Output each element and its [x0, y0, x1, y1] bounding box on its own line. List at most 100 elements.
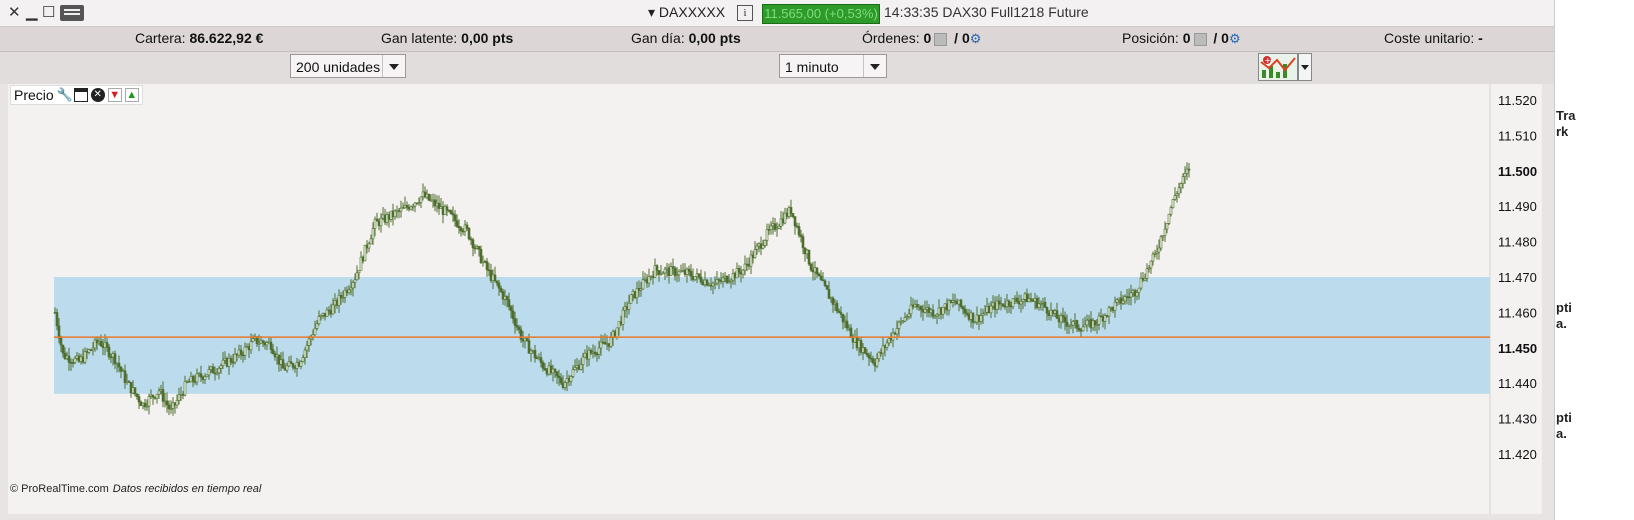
candle-body: [495, 280, 499, 284]
candle-body: [1113, 301, 1117, 311]
candle-body: [959, 299, 963, 308]
window-icon[interactable]: [73, 88, 88, 102]
chevron-down-icon[interactable]: [382, 55, 405, 77]
close-position-icon[interactable]: [1193, 32, 1207, 46]
candle-body: [1075, 320, 1079, 329]
candle-body: [907, 313, 911, 317]
candle-body: [201, 376, 205, 380]
candle-body: [863, 347, 867, 354]
candle-body: [189, 375, 193, 383]
candle-body: [1117, 297, 1121, 300]
y-tick-label: 11.420: [1498, 447, 1537, 462]
candle-body: [1057, 318, 1061, 323]
candle-body: [699, 276, 703, 283]
candle-body: [371, 228, 375, 240]
candle-body: [369, 238, 373, 245]
candle-body: [87, 349, 91, 353]
keyboard-icon[interactable]: [60, 5, 84, 21]
candle-body: [119, 366, 123, 372]
candle-body: [1099, 315, 1103, 318]
candle-body: [1049, 309, 1053, 316]
candle-body: [141, 402, 145, 406]
candle-body: [1091, 320, 1095, 329]
candle-body: [1115, 299, 1119, 303]
gear-icon[interactable]: ⚙: [1229, 31, 1241, 47]
arrow-down-icon[interactable]: ▼: [107, 88, 122, 102]
candle-body: [627, 302, 631, 310]
candle-body: [477, 246, 481, 250]
candle-body: [1101, 316, 1105, 322]
candle-body: [167, 404, 171, 410]
candle-body: [199, 373, 203, 378]
cutoff-text: pti: [1556, 410, 1572, 425]
chevron-down-icon[interactable]: [863, 55, 886, 77]
candle-body: [755, 245, 759, 250]
price-chart[interactable]: 11.520 11.510 11.500 11.490 11.480 11.470 11.4…: [8, 84, 1542, 514]
candle-body: [1123, 296, 1127, 302]
posicion-stat[interactable]: Posición: 0 / 0⚙: [1122, 30, 1241, 47]
ordenes-stat[interactable]: Órdenes: 0 / 0⚙: [862, 30, 981, 47]
candle-body: [91, 347, 95, 351]
candle-body: [331, 304, 335, 315]
candle-body: [1179, 183, 1183, 189]
candle-body: [151, 394, 155, 398]
candle-body: [1081, 326, 1085, 332]
candle-body: [559, 377, 563, 384]
candle-body: [203, 376, 207, 380]
candle-body: [193, 381, 197, 383]
candle-body: [563, 382, 567, 388]
candle-body: [131, 387, 135, 394]
instrument-selector[interactable]: ▾ DAXXXXX: [648, 4, 725, 21]
candle-body: [261, 340, 265, 344]
indicators-chart-icon: +: [1260, 56, 1296, 78]
candle-body: [357, 269, 361, 274]
y-tick-label: 11.470: [1498, 270, 1537, 285]
candle-body: [827, 289, 831, 299]
candle-body: [95, 339, 99, 344]
candle-body: [507, 299, 511, 307]
close-icon[interactable]: ✕: [90, 88, 105, 102]
candle-body: [1129, 292, 1133, 298]
candle-body: [123, 370, 127, 384]
maximize-icon[interactable]: ☐: [42, 3, 55, 21]
candle-body: [271, 349, 275, 354]
units-select[interactable]: 200 unidades: [290, 54, 406, 78]
candle-body: [1131, 290, 1135, 294]
candle-body: [581, 356, 585, 365]
candle-body: [1041, 301, 1045, 304]
interval-select[interactable]: 1 minuto: [779, 54, 887, 78]
candle-body: [77, 355, 81, 362]
candle-body: [181, 394, 185, 396]
candle-body: [513, 318, 517, 326]
candle-body: [1147, 267, 1151, 270]
candle-body: [1127, 296, 1131, 299]
candle-body: [285, 365, 289, 371]
candle-body: [797, 226, 801, 236]
candle-body: [55, 312, 59, 327]
candle-body: [789, 207, 793, 214]
minimize-icon[interactable]: ▁: [26, 3, 38, 21]
y-tick-label: 11.490: [1498, 199, 1537, 214]
coste-stat: Coste unitario: -: [1384, 30, 1483, 46]
indicators-button[interactable]: +: [1258, 53, 1298, 81]
y-tick-label: 11.480: [1498, 235, 1537, 250]
candle-body: [963, 308, 967, 314]
close-icon[interactable]: ✕: [8, 3, 21, 21]
cancel-orders-icon[interactable]: [934, 32, 948, 46]
candle-body: [1103, 315, 1107, 322]
wrench-icon[interactable]: 🔧: [57, 88, 73, 102]
candle-body: [1159, 236, 1163, 249]
candle-body: [1167, 213, 1171, 224]
candle-body: [497, 282, 501, 289]
candle-body: [161, 389, 165, 402]
candle-body: [109, 356, 113, 359]
info-icon[interactable]: i: [737, 5, 753, 21]
candle-body: [165, 400, 169, 406]
candle-body: [187, 381, 191, 383]
candle-body: [825, 285, 829, 290]
gear-icon[interactable]: ⚙: [970, 31, 982, 47]
y-tick-label: 11.450: [1498, 341, 1537, 356]
arrow-up-icon[interactable]: ▲: [124, 88, 139, 102]
indicators-dropdown[interactable]: [1298, 53, 1312, 81]
candle-body: [129, 382, 133, 394]
